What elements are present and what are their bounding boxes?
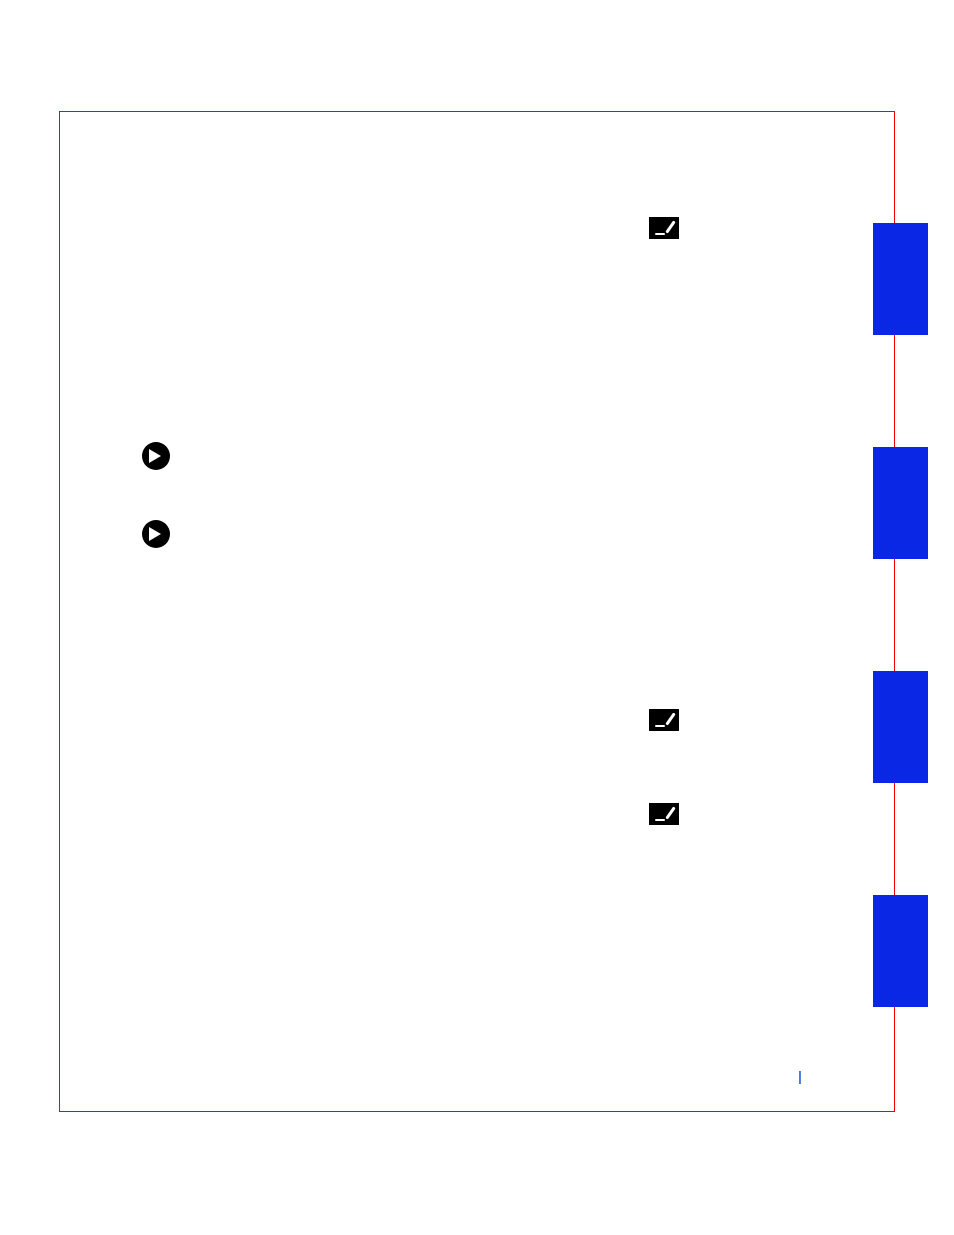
footer-separator: |: [798, 1068, 802, 1084]
side-tab-4[interactable]: [873, 895, 928, 1007]
side-tab-1[interactable]: [873, 223, 928, 335]
page-frame: [59, 111, 895, 1112]
side-tab-2[interactable]: [873, 447, 928, 559]
side-tab-3[interactable]: [873, 671, 928, 783]
note-icon: [649, 709, 679, 731]
note-icon: [649, 803, 679, 825]
arrow-right-circle-icon: [142, 442, 170, 470]
note-icon: [649, 217, 679, 239]
arrow-right-circle-icon: [142, 520, 170, 548]
